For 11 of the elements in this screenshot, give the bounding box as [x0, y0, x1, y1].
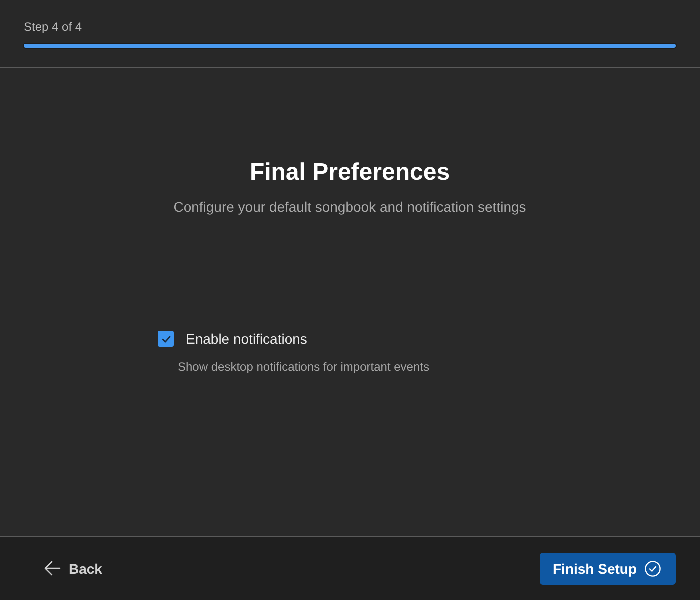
check-circle-icon: [645, 560, 661, 576]
page-subtitle: Configure your default songbook and notification settings: [174, 198, 526, 216]
option-description: Show desktop notifications for important events: [178, 360, 430, 375]
option-label: Enable notifications: [186, 330, 308, 348]
page-title: Final Preferences: [250, 159, 450, 187]
checkmark-icon: [162, 336, 170, 342]
arrow-left-icon: [44, 561, 61, 576]
finish-setup-button[interactable]: Finish Setup: [540, 552, 676, 584]
step-label: Step 4 of 4: [23, 20, 84, 35]
checkbox[interactable]: [158, 331, 174, 347]
back-button[interactable]: Back: [24, 552, 118, 584]
